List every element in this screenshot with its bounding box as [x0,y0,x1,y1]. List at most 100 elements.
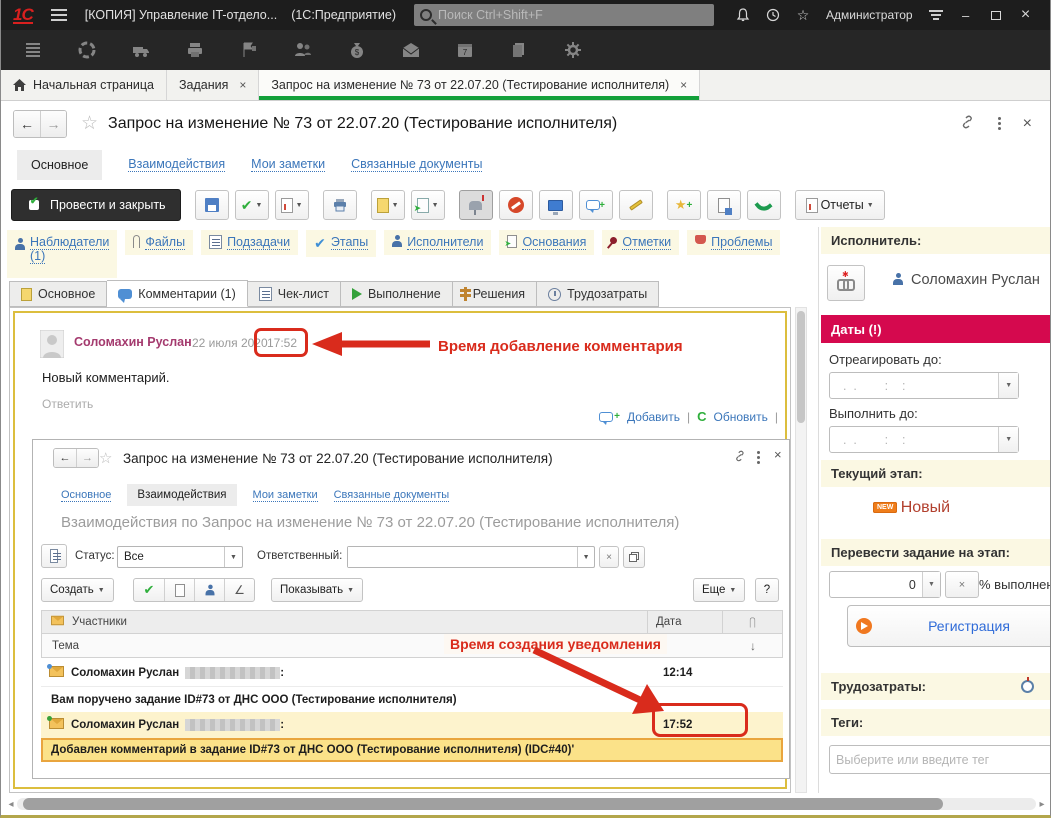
embedded-nav-related[interactable]: Связанные документы [334,489,450,502]
close-document-button[interactable]: × [1023,115,1032,133]
table-row[interactable]: Соломахин Руслан : 12:14 [41,660,783,686]
responsible-input[interactable] [348,547,577,567]
people-icon[interactable] [293,40,313,60]
embedded-nav-main[interactable]: Основное [61,489,111,502]
reports-button[interactable]: Отчеты▼ [795,190,885,220]
notifications-bell-icon[interactable] [728,4,758,26]
percent-clear-button[interactable]: × [945,571,979,598]
maximize-button[interactable] [981,3,1011,27]
remote-desktop-button[interactable] [539,190,573,220]
react-until-dropdown-icon[interactable]: ▼ [998,373,1018,398]
tab-request-close-icon[interactable]: × [680,78,687,92]
grounds-link[interactable]: ➤Основания [499,230,594,255]
comment-author[interactable]: Соломахин Руслан [74,335,192,349]
copy-doc-icon[interactable] [164,579,194,601]
docnav-related[interactable]: Связанные документы [351,157,482,172]
forward-button[interactable]: → [40,111,66,137]
scroll-right-arrow[interactable]: ▸ [1036,799,1048,810]
table-header-participants[interactable]: Участники Дата [41,610,783,634]
settings-gear-icon[interactable] [563,40,583,60]
files-link[interactable]: Файлы [125,230,193,255]
calendar-icon[interactable]: 7 [455,40,475,60]
docnav-interactions[interactable]: Взаимодействия [128,157,225,172]
add-favorite-button[interactable]: ★+ [667,190,701,220]
embedded-show-button[interactable]: Показывать▼ [271,578,363,602]
tab-labor[interactable]: Трудозатраты [537,281,659,307]
docnav-main[interactable]: Основное [17,150,102,180]
percent-input[interactable] [830,572,922,597]
watchers-link[interactable]: Наблюдатели (1) [7,230,117,278]
embedded-more-button[interactable]: Еще▼ [693,578,745,602]
responsible-combo[interactable]: ▼ [347,546,595,568]
executor-name[interactable]: Соломахин Руслан [911,272,1040,288]
responsible-choose-button[interactable] [623,546,645,568]
tags-field[interactable] [829,745,1051,774]
favorites-star-icon[interactable]: ☆ [788,4,818,26]
sort-desc-icon[interactable]: ↓ [750,639,782,653]
schedule-doc-button[interactable]: ▼ [371,190,405,220]
scroll-left-arrow[interactable]: ◂ [5,799,17,810]
do-until-field[interactable]: ▼ [829,426,1019,453]
more-menu-icon[interactable] [998,117,1001,130]
refresh-link[interactable]: Обновить [714,410,768,424]
post-button[interactable]: ✔▼ [235,190,269,220]
embedded-more-icon[interactable] [757,451,760,464]
subtasks-link[interactable]: Подзадачи [201,230,298,255]
copy-pages-icon[interactable] [509,40,529,60]
tab-home[interactable]: Начальная страница [1,70,167,100]
call-button[interactable] [747,190,781,220]
embedded-back-button[interactable]: ← [54,449,76,467]
menu-lines-icon[interactable] [23,40,43,60]
register-button[interactable]: Регистрация [847,605,1051,647]
tab-checklist[interactable]: Чек-лист [248,281,341,307]
flags-icon[interactable] [239,40,259,60]
tab-request[interactable]: Запрос на изменение № 73 от 22.07.20 (Те… [259,70,700,100]
minimize-button[interactable]: – [951,3,981,27]
unlink-executor-button[interactable]: ✱ [827,265,865,301]
history-icon[interactable] [758,4,788,26]
tab-comments[interactable]: Комментарии (1) [107,280,247,307]
current-user[interactable]: Администратор [826,8,913,22]
close-window-button[interactable]: × [1011,3,1041,27]
responsible-clear-button[interactable]: × [599,546,619,568]
tab-tasks[interactable]: Задания × [167,70,259,100]
executors-link[interactable]: Исполнители [384,230,491,255]
save-template-button[interactable] [707,190,741,220]
reports-doc-button[interactable]: ▼ [275,190,309,220]
target-icon[interactable] [77,40,97,60]
main-menu-icon[interactable] [51,9,67,21]
mark-reviewed-icon[interactable]: ✔ [134,579,164,601]
truck-icon[interactable] [131,40,151,60]
embedded-nav-interactions[interactable]: Взаимодействия [127,484,236,506]
post-and-close-button[interactable]: ✔ Провести и закрыть [11,189,181,221]
horizontal-scrollbar[interactable]: ◂ ▸ [5,796,1048,812]
embedded-close-icon[interactable]: × [774,447,782,462]
highlight-button[interactable] [619,190,653,220]
get-link-icon[interactable] [959,115,976,132]
tags-input[interactable] [830,746,1051,773]
react-until-input[interactable] [830,373,998,398]
mailbox-button[interactable] [459,190,493,220]
percent-dropdown-icon[interactable]: ▼ [922,572,940,597]
table-row-subject-selected[interactable]: Добавлен комментарий в задание ID#73 от … [41,738,783,762]
table-header-topic[interactable]: Тема ↓ [41,634,783,658]
based-on-button[interactable]: ➤▼ [411,190,445,220]
vertical-scrollbar-thumb[interactable] [797,311,805,423]
global-search[interactable] [414,4,714,26]
mail-icon[interactable] [401,40,421,60]
horizontal-scrollbar-thumb[interactable] [23,798,943,810]
add-comment-button[interactable]: + [579,190,613,220]
tab-execution[interactable]: Выполнение [341,281,453,307]
react-until-field[interactable]: ▼ [829,372,1019,399]
vertical-scrollbar[interactable] [795,307,807,793]
stopwatch-icon[interactable] [1021,680,1034,693]
search-input[interactable] [438,8,708,22]
add-comment-link[interactable]: Добавить [627,410,680,424]
printer-icon[interactable] [185,40,205,60]
functions-menu-icon[interactable] [921,4,951,26]
block-button[interactable] [499,190,533,220]
angle-icon[interactable]: ∠ [224,579,254,601]
do-until-dropdown-icon[interactable]: ▼ [998,427,1018,452]
do-until-input[interactable] [830,427,998,452]
status-select[interactable]: Все ▼ [117,546,243,568]
